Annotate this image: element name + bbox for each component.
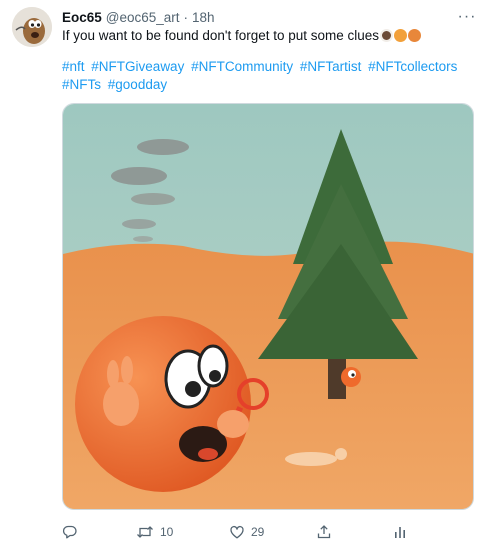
tweet-body: If you want to be found don't forget to … bbox=[62, 28, 380, 43]
man-emoji bbox=[408, 29, 422, 42]
hashtag-link[interactable]: #NFTGiveaway bbox=[91, 59, 184, 74]
hashtag-list: #nft #NFTGiveaway #NFTCommunity #NFTarti… bbox=[62, 58, 482, 94]
share-icon bbox=[317, 525, 331, 539]
share-button[interactable] bbox=[316, 522, 332, 542]
avatar-image bbox=[12, 7, 52, 47]
artwork-image bbox=[63, 104, 473, 509]
coffee-emoji bbox=[380, 29, 394, 42]
hashtag-link[interactable]: #NFTCommunity bbox=[191, 59, 293, 74]
retweet-count: 10 bbox=[160, 525, 174, 539]
like-count: 29 bbox=[251, 525, 265, 539]
hashtag-link[interactable]: #NFTcollectors bbox=[368, 59, 457, 74]
user-handle[interactable]: @eoc65_art bbox=[106, 10, 180, 25]
like-button[interactable]: 29 bbox=[229, 522, 264, 542]
retweet-button[interactable]: 10 bbox=[136, 522, 173, 542]
tweet-actions: 10 29 bbox=[62, 522, 474, 542]
hashtag-link[interactable]: #nft bbox=[62, 59, 85, 74]
tweet-media-image[interactable] bbox=[62, 103, 474, 510]
hashtag-link[interactable]: #goodday bbox=[108, 77, 167, 92]
retweet-icon bbox=[137, 526, 153, 538]
comment-icon bbox=[62, 525, 77, 539]
hashtag-link[interactable]: #NFTartist bbox=[300, 59, 362, 74]
tweet-text: If you want to be found don't forget to … bbox=[62, 27, 482, 45]
woman-emoji bbox=[394, 29, 408, 42]
heart-icon bbox=[230, 525, 244, 539]
separator-dot: · bbox=[183, 9, 189, 25]
analytics-icon bbox=[395, 527, 405, 538]
avatar[interactable] bbox=[12, 7, 52, 47]
tweet[interactable]: Eoc65 @eoc65_art · 18h ··· If you want t… bbox=[0, 0, 500, 547]
more-icon: ··· bbox=[457, 8, 477, 25]
more-options-button[interactable]: ··· bbox=[456, 8, 478, 26]
display-name[interactable]: Eoc65 bbox=[62, 10, 102, 25]
reply-button[interactable] bbox=[62, 522, 84, 542]
timestamp[interactable]: 18h bbox=[192, 10, 215, 25]
hashtag-link[interactable]: #NFTs bbox=[62, 77, 101, 92]
tweet-header: Eoc65 @eoc65_art · 18h bbox=[62, 7, 215, 27]
analytics-button[interactable] bbox=[392, 522, 408, 542]
